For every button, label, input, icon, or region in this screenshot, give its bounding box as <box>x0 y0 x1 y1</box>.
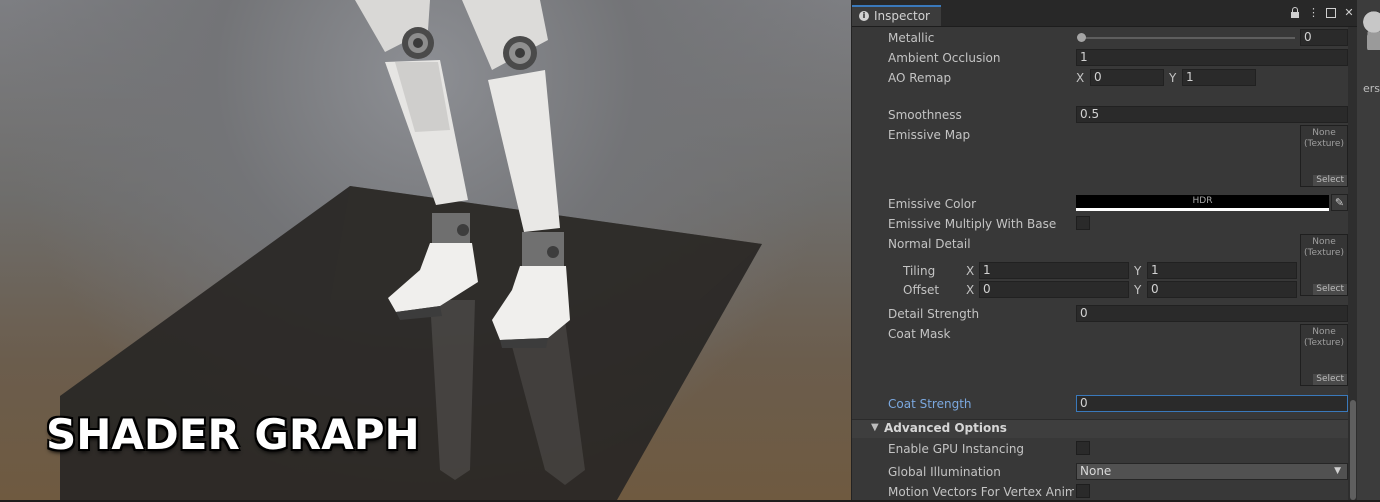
global-illumination-row: Global Illumination None ▼ <box>852 462 1348 482</box>
emissive-multiply-checkbox[interactable] <box>1076 216 1090 230</box>
expand-arrow-icon: ▼ <box>871 422 879 433</box>
emissive-map-select-button[interactable]: Select <box>1313 175 1347 186</box>
emissive-multiply-row: Emissive Multiply With Base <box>852 214 1348 234</box>
global-illumination-dropdown[interactable]: None ▼ <box>1076 463 1348 480</box>
scene-viewport[interactable]: SHADER GRAPH <box>0 0 851 500</box>
inspector-panel: i Inspector ⋮ ✕ Metallic 0 Ambient Occlu… <box>851 0 1358 500</box>
metallic-row: Metallic 0 <box>852 28 1348 48</box>
gpu-instancing-checkbox[interactable] <box>1076 441 1090 455</box>
ao-remap-x-label: X <box>1076 71 1085 85</box>
emissive-color-row: Emissive Color HDR ✎ <box>852 194 1348 214</box>
global-illumination-label: Global Illumination <box>888 465 1001 479</box>
coat-strength-field[interactable]: 0 <box>1076 395 1348 412</box>
emissive-map-slot-text: None (Texture) <box>1304 128 1344 149</box>
tab-inspector[interactable]: i Inspector <box>852 5 941 26</box>
coat-mask-slot-text: None (Texture) <box>1304 327 1344 348</box>
smoothness-row: Smoothness 0.5 <box>852 105 1348 125</box>
emissive-color-label: Emissive Color <box>888 197 977 211</box>
menu-icon[interactable]: ⋮ <box>1308 7 1319 19</box>
offset-y-label: Y <box>1134 283 1142 297</box>
emissive-map-label: Emissive Map <box>888 128 971 142</box>
emissive-map-texture-slot[interactable]: None (Texture) Select <box>1300 125 1348 187</box>
avatar-figure-icon <box>1363 10 1380 50</box>
tiling-x-label: X <box>966 264 975 278</box>
detail-strength-field[interactable]: 0 <box>1076 305 1348 322</box>
detail-strength-label: Detail Strength <box>888 307 980 321</box>
overlay-title: SHADER GRAPH <box>46 410 420 459</box>
offset-row: Offset X 0 Y 0 <box>852 280 1298 300</box>
metallic-slider[interactable] <box>1081 37 1295 39</box>
offset-label: Offset <box>903 283 940 297</box>
gpu-instancing-row: Enable GPU Instancing <box>852 439 1348 459</box>
global-illumination-value: None <box>1080 464 1112 478</box>
tiling-y-label: Y <box>1134 264 1142 278</box>
ao-remap-y-label: Y <box>1169 71 1177 85</box>
advanced-options-header[interactable]: ▼ Advanced Options <box>852 419 1348 438</box>
coat-strength-label: Coat Strength <box>888 397 972 411</box>
maximize-icon[interactable] <box>1326 7 1336 19</box>
ao-remap-row: AO Remap X 0 Y 1 <box>852 68 1348 88</box>
tiling-label: Tiling <box>903 264 936 278</box>
detail-strength-row: Detail Strength 0 <box>852 304 1348 324</box>
coat-mask-select-button[interactable]: Select <box>1313 374 1347 385</box>
dropdown-caret-icon: ▼ <box>1334 466 1341 476</box>
offset-x-label: X <box>966 283 975 297</box>
emissive-multiply-label: Emissive Multiply With Base <box>888 217 1057 231</box>
smoothness-label: Smoothness <box>888 108 962 122</box>
ambient-occlusion-label: Ambient Occlusion <box>888 51 1001 65</box>
tab-controls: ⋮ ✕ <box>1290 7 1354 21</box>
metallic-value-field[interactable]: 0 <box>1300 29 1348 46</box>
ao-remap-y-field[interactable]: 1 <box>1182 69 1256 86</box>
normal-detail-slot-text: None (Texture) <box>1304 237 1344 258</box>
motion-vectors-row: Motion Vectors For Vertex Animati <box>852 482 1348 502</box>
inspector-content: Metallic 0 Ambient Occlusion 1 AO Remap … <box>852 27 1348 500</box>
normal-detail-texture-slot[interactable]: None (Texture) Select <box>1300 234 1348 296</box>
ao-remap-label: AO Remap <box>888 71 952 85</box>
ambient-occlusion-row: Ambient Occlusion 1 <box>852 48 1348 68</box>
adjacent-panel-strip: ers <box>1357 0 1380 500</box>
info-icon: i <box>859 11 869 21</box>
emissive-color-swatch[interactable]: HDR <box>1076 195 1329 211</box>
normal-detail-label: Normal Detail <box>888 237 971 251</box>
metallic-slider-knob[interactable] <box>1077 33 1086 42</box>
motion-vectors-label: Motion Vectors For Vertex Animati <box>888 485 1074 499</box>
ao-remap-x-field[interactable]: 0 <box>1090 69 1164 86</box>
offset-x-field[interactable]: 0 <box>979 281 1129 298</box>
smoothness-field[interactable]: 0.5 <box>1076 106 1348 123</box>
eyedropper-icon[interactable]: ✎ <box>1331 194 1348 211</box>
coat-mask-texture-slot[interactable]: None (Texture) Select <box>1300 324 1348 386</box>
adjacent-panel-text: ers <box>1363 82 1380 95</box>
motion-vectors-checkbox[interactable] <box>1076 484 1090 498</box>
coat-mask-row: Coat Mask <box>852 324 1348 344</box>
gpu-instancing-label: Enable GPU Instancing <box>888 442 1025 456</box>
close-icon[interactable]: ✕ <box>1344 7 1354 19</box>
tiling-x-field[interactable]: 1 <box>979 262 1129 279</box>
coat-strength-row: Coat Strength 0 <box>852 394 1348 414</box>
tiling-y-field[interactable]: 1 <box>1147 262 1297 279</box>
tiling-row: Tiling X 1 Y 1 <box>852 261 1298 281</box>
tab-inspector-label: Inspector <box>874 9 930 23</box>
normal-detail-select-button[interactable]: Select <box>1313 284 1347 295</box>
inspector-scrollbar-thumb[interactable] <box>1350 400 1356 500</box>
ambient-occlusion-field[interactable]: 1 <box>1076 49 1348 66</box>
lock-icon[interactable] <box>1290 7 1300 19</box>
normal-detail-row: Normal Detail <box>852 234 1348 254</box>
emissive-map-row: Emissive Map <box>852 125 1348 145</box>
coat-mask-label: Coat Mask <box>888 327 951 341</box>
inspector-tabbar: i Inspector ⋮ ✕ <box>852 0 1358 27</box>
metallic-label: Metallic <box>888 31 935 45</box>
offset-y-field[interactable]: 0 <box>1147 281 1297 298</box>
advanced-options-title: Advanced Options <box>884 421 1007 435</box>
